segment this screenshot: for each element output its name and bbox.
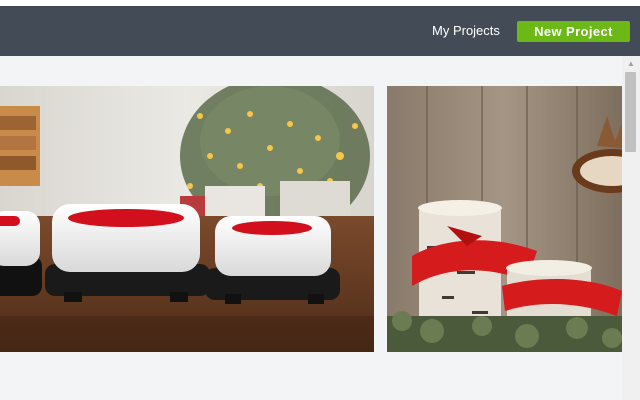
my-projects-link[interactable]: My Projects bbox=[432, 23, 500, 38]
top-navigation-bar: My Projects New Project bbox=[0, 6, 640, 56]
heat-press-image bbox=[0, 86, 374, 352]
project-card-birch-logs[interactable] bbox=[387, 86, 622, 352]
project-gallery bbox=[0, 56, 622, 400]
birch-logs-image bbox=[387, 86, 622, 352]
project-card-heat-press[interactable] bbox=[0, 86, 374, 352]
vertical-scrollbar[interactable]: ▲ bbox=[622, 56, 640, 400]
scroll-thumb[interactable] bbox=[625, 72, 636, 152]
scroll-up-arrow-icon[interactable]: ▲ bbox=[622, 56, 640, 72]
new-project-button[interactable]: New Project bbox=[517, 21, 630, 42]
